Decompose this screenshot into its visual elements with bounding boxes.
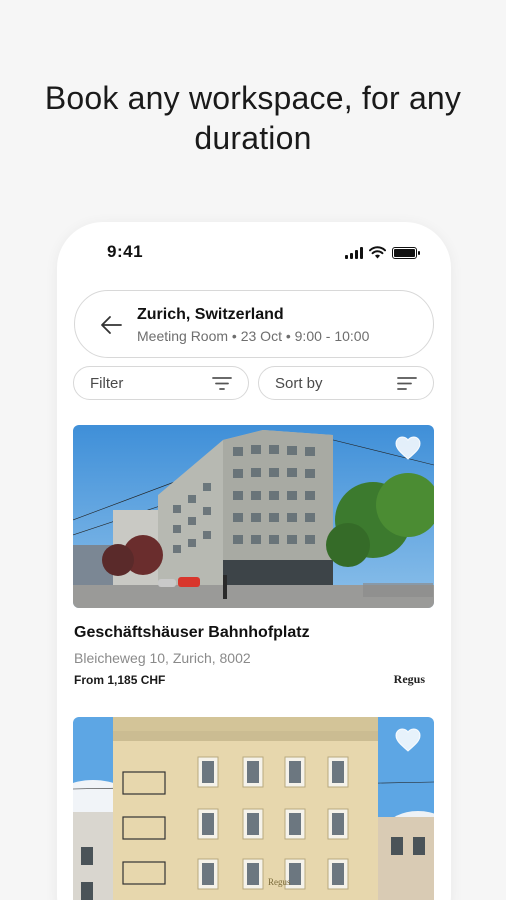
listing-name[interactable]: Geschäftshäuser Bahnhofplatz (74, 624, 310, 642)
cellular-signal-icon (345, 246, 363, 259)
headline-text: Book any workspace, for any duration (44, 80, 462, 156)
headline: Book any workspace, for any duration (0, 78, 506, 158)
status-time: 9:41 (107, 242, 144, 261)
status-icons (345, 246, 420, 259)
search-bar[interactable]: Zurich, Switzerland Meeting Room • 23 Oc… (74, 290, 434, 358)
favorite-heart-icon[interactable] (394, 435, 422, 461)
sort-button[interactable]: Sort by (258, 366, 434, 400)
listing-address: Bleicheweg 10, Zurich, 8002 (74, 650, 251, 666)
building-photo: Regus (73, 717, 434, 900)
status-bar: 9:41 (57, 242, 451, 266)
svg-text:Regus: Regus (268, 877, 291, 887)
listing-price: From 1,185 CHF (74, 673, 166, 687)
sort-label: Sort by (275, 375, 323, 392)
search-location: Zurich, Switzerland (137, 306, 284, 323)
sort-icon (397, 377, 417, 390)
filter-button[interactable]: Filter (73, 366, 249, 400)
battery-icon (392, 246, 420, 259)
regus-logo: Regus (393, 672, 425, 686)
listing-image[interactable] (73, 425, 434, 608)
filter-label: Filter (90, 375, 124, 392)
filter-icon (212, 377, 232, 390)
building-photo (73, 425, 434, 608)
back-arrow-icon[interactable] (99, 314, 123, 336)
phone-frame: 9:41 Zurich, Switzerland Meeting Room • … (57, 222, 451, 900)
search-details: Meeting Room • 23 Oct • 9:00 - 10:00 (137, 328, 370, 344)
favorite-heart-icon[interactable] (394, 727, 422, 753)
listing-image[interactable]: Regus (73, 717, 434, 900)
wifi-icon (369, 246, 386, 259)
